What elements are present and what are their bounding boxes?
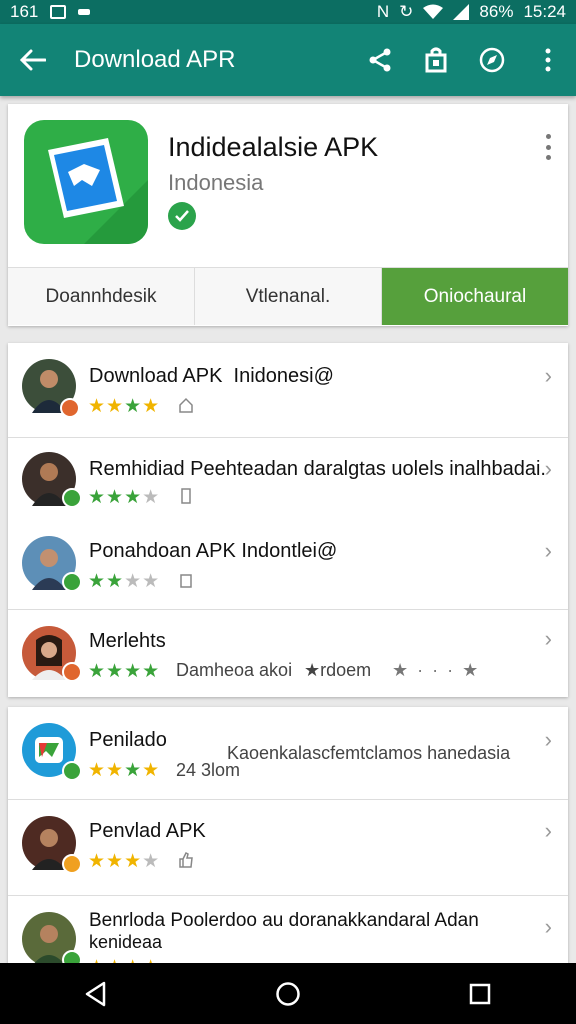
chevron-right-icon[interactable]: ›	[545, 538, 552, 564]
star-rating: ★★★★	[88, 851, 161, 872]
list-item[interactable]: Remhidiad Peehteadan daralgtas uolels in…	[8, 438, 568, 524]
item-meta: Damheoa akoi	[176, 660, 293, 680]
more-options-icon[interactable]	[540, 134, 556, 160]
list-item[interactable]: Penvlad APK ★★★★ ›	[8, 800, 568, 896]
star-rating: ★★★★	[88, 661, 161, 682]
apk-list-secondary: Penilado Kaoenkalascfemtclamos hanedasia…	[8, 707, 568, 965]
battery-percentage: 86%	[479, 2, 514, 21]
app-header-card: Indidealalsie APK Indonesia Doannhdesik …	[8, 104, 568, 326]
item-title: Penilado	[89, 729, 167, 751]
chevron-right-icon[interactable]: ›	[545, 727, 552, 753]
item-title: Merlehts	[89, 630, 166, 652]
status-badge	[62, 662, 82, 682]
overflow-menu-icon[interactable]	[520, 24, 576, 96]
item-meta: 24 3lom	[176, 760, 241, 780]
item-description: Kaoenkalascfemtclamos hanedasia	[227, 743, 511, 763]
app-country: Indonesia	[168, 170, 264, 195]
bag-icon[interactable]	[408, 24, 464, 96]
tab-bar: Doannhdesik Vtlenanal. Oniochaural	[8, 267, 568, 325]
nav-home-icon[interactable]	[258, 964, 318, 1024]
verified-badge	[62, 488, 82, 508]
tab-original[interactable]: Oniochaural	[382, 268, 568, 325]
tab-version[interactable]: Vtlenanal.	[195, 268, 382, 325]
item-title: Download APK Inidonesi@	[89, 365, 334, 387]
app-logo	[24, 120, 148, 244]
item-meta-tertiary: ★ · · · ★	[392, 660, 481, 680]
page-title: Download APR	[74, 46, 236, 73]
nfc-icon: N	[376, 2, 390, 21]
verified-check-icon	[168, 202, 196, 230]
chevron-right-icon[interactable]: ›	[545, 818, 552, 844]
home-icon	[179, 397, 193, 413]
app-name: Indidealalsie APK	[168, 132, 379, 162]
home-icon	[181, 488, 191, 504]
item-title: Benrloda Poolerdoo au doranakkandaral Ad…	[89, 910, 479, 931]
wifi-icon	[423, 4, 444, 19]
status-badge	[62, 854, 82, 874]
item-meta-secondary: ★rdoem	[304, 660, 372, 680]
nav-recents-icon[interactable]	[450, 964, 510, 1024]
star-rating: ★★★★	[88, 396, 161, 417]
clock: 15:24	[523, 2, 566, 21]
tab-download[interactable]: Doannhdesik	[8, 268, 195, 325]
status-number: 161	[10, 2, 39, 21]
list-item[interactable]: Penilado Kaoenkalascfemtclamos hanedasia…	[8, 707, 568, 800]
item-title: Ponahdoan APK Indontlei@	[89, 540, 338, 562]
status-bar: 161 N ↻ 86% 15:24	[0, 0, 576, 24]
list-item[interactable]: Ponahdoan APK Indontlei@ ★★★★ ›	[8, 524, 568, 610]
app-bar: Download APR	[0, 24, 576, 96]
list-item[interactable]: Merlehts ★★★★ Damheoa akoi ★rdoem ★ · · …	[8, 610, 568, 697]
thumbs-up-icon	[179, 852, 193, 868]
back-arrow-icon[interactable]	[0, 24, 66, 96]
sync-icon: ↻	[399, 2, 414, 21]
verified-badge	[62, 761, 82, 781]
notification-icon	[78, 9, 91, 15]
chevron-right-icon[interactable]: ›	[545, 914, 552, 940]
nav-back-icon[interactable]	[66, 964, 126, 1024]
star-rating: ★★★★	[88, 487, 161, 508]
navigation-bar	[0, 963, 576, 1024]
item-title: Penvlad APK	[89, 820, 206, 842]
chevron-right-icon[interactable]: ›	[545, 363, 552, 389]
list-item[interactable]: Download APK Inidonesi@ ★★★★ ›	[8, 343, 568, 438]
chevron-right-icon[interactable]: ›	[545, 626, 552, 652]
item-subtitle: kenideaa	[89, 932, 163, 952]
list-item[interactable]: Benrloda Poolerdoo au doranakkandaral Ad…	[8, 896, 568, 965]
signal-icon	[453, 4, 470, 20]
apk-list: Download APK Inidonesi@ ★★★★ › Remhidiad…	[8, 343, 568, 697]
item-title: Remhidiad Peehteadan daralgtas uolels in…	[89, 458, 546, 480]
home-icon	[180, 574, 192, 588]
verified-badge	[62, 572, 82, 592]
share-icon[interactable]	[352, 24, 408, 96]
status-badge	[60, 398, 80, 418]
star-rating: ★★★★	[88, 571, 161, 592]
chevron-right-icon[interactable]: ›	[545, 456, 552, 482]
star-rating: ★★★★	[88, 760, 161, 781]
compass-icon[interactable]	[464, 24, 520, 96]
image-icon	[50, 5, 67, 19]
